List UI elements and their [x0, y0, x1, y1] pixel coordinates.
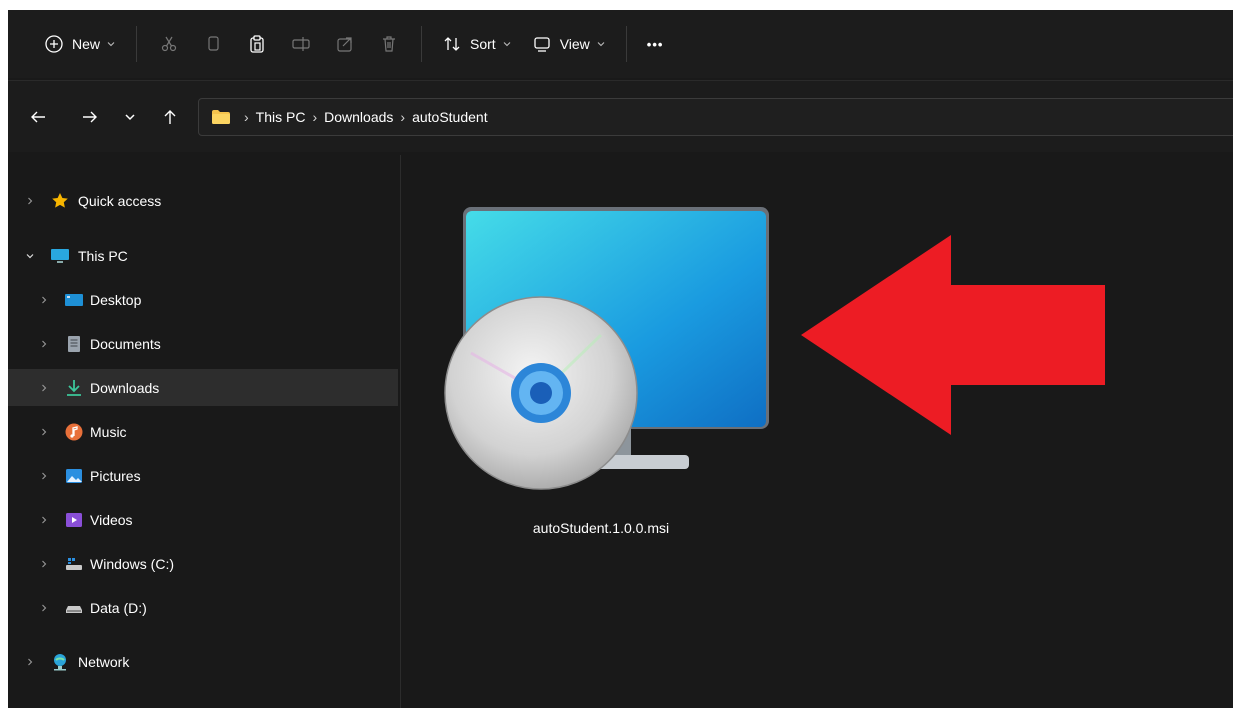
- see-more-button[interactable]: •••: [637, 26, 674, 62]
- arrow-right-icon: [83, 111, 97, 123]
- expand-chevron-icon[interactable]: [38, 558, 50, 570]
- pictures-icon: [66, 468, 82, 483]
- sidebar-item-documents[interactable]: Documents: [8, 325, 398, 362]
- sidebar-item-videos[interactable]: Videos: [8, 501, 398, 538]
- sidebar-item-desktop[interactable]: Desktop: [8, 281, 398, 318]
- sort-arrows-icon: [444, 37, 460, 51]
- paste-button[interactable]: [235, 26, 279, 62]
- navigation-bar: › This PC › Downloads › autoStudent: [8, 80, 1233, 152]
- file-name-label: autoStudent.1.0.0.msi: [532, 520, 670, 536]
- rename-button[interactable]: [279, 26, 323, 62]
- expand-chevron-icon[interactable]: [38, 470, 50, 482]
- breadcrumb-chevron-icon: ›: [244, 109, 249, 125]
- scissors-icon: [161, 36, 177, 52]
- recent-locations-button[interactable]: [118, 105, 142, 129]
- new-button-label: New: [72, 36, 101, 52]
- trash-icon: [383, 36, 396, 52]
- expand-chevron-icon[interactable]: [24, 195, 36, 207]
- view-button-label: View: [559, 36, 590, 52]
- arrow-up-icon: [164, 110, 176, 124]
- sidebar-item-network[interactable]: Network: [8, 643, 398, 680]
- cut-button[interactable]: [147, 26, 191, 62]
- chevron-down-icon: [503, 42, 511, 47]
- sidebar-item-label: Desktop: [90, 291, 142, 308]
- toolbar-divider: [625, 26, 627, 62]
- desktop-icon: [65, 293, 83, 306]
- sort-button[interactable]: Sort: [432, 26, 522, 62]
- pc-icon: [51, 248, 69, 263]
- breadcrumb-this-pc[interactable]: This PC: [256, 109, 306, 125]
- share-icon: [337, 37, 352, 52]
- sidebar-item-label: Windows (C:): [90, 555, 175, 572]
- expand-chevron-icon[interactable]: [38, 382, 50, 394]
- drive-c-icon: [66, 557, 82, 570]
- forward-button[interactable]: [78, 105, 102, 129]
- sidebar-item-music[interactable]: Music: [8, 413, 398, 450]
- folder-icon: [212, 110, 230, 124]
- collapse-chevron-icon[interactable]: [24, 250, 36, 262]
- breadcrumb-chevron-icon: ›: [312, 109, 318, 125]
- sidebar-item-data-d[interactable]: Data (D:): [8, 589, 398, 626]
- view-button[interactable]: View: [522, 26, 616, 62]
- delete-button[interactable]: [367, 26, 411, 62]
- expand-chevron-icon[interactable]: [38, 338, 50, 350]
- sidebar-item-label: Videos: [90, 511, 133, 528]
- copy-button[interactable]: [191, 26, 235, 62]
- arrow-left-icon: [31, 111, 45, 123]
- plus-circle-icon: [45, 35, 63, 53]
- expand-chevron-icon[interactable]: [38, 426, 50, 438]
- sidebar-item-label: This PC: [78, 247, 128, 264]
- sidebar-item-pictures[interactable]: Pictures: [8, 457, 398, 494]
- downloads-icon: [67, 379, 81, 396]
- sidebar-item-label: Data (D:): [90, 599, 147, 616]
- network-icon: [54, 653, 66, 670]
- star-icon: [52, 192, 68, 208]
- chevron-down-icon: [597, 42, 605, 47]
- back-button[interactable]: [26, 105, 50, 129]
- file-list-pane: autoStudent.1.0.0.msi: [401, 155, 1233, 708]
- file-item[interactable]: [431, 205, 781, 555]
- navigation-pane: Quick access This PC Desktop Documents D…: [8, 155, 400, 708]
- sort-button-label: Sort: [470, 36, 496, 52]
- music-icon: [65, 423, 83, 440]
- new-button[interactable]: New: [34, 26, 126, 62]
- videos-icon: [66, 512, 82, 527]
- expand-chevron-icon[interactable]: [38, 294, 50, 306]
- sidebar-item-label: Downloads: [90, 379, 160, 396]
- file-explorer-window: New Sort View ••• › This PC › Downloads …: [8, 10, 1233, 708]
- sidebar-item-label: Pictures: [90, 467, 141, 484]
- more-options-label: •••: [646, 36, 664, 52]
- sidebar-item-label: Documents: [90, 335, 161, 352]
- sidebar-item-label: Network: [78, 653, 130, 670]
- expand-chevron-icon[interactable]: [38, 514, 50, 526]
- expand-chevron-icon[interactable]: [24, 656, 36, 668]
- address-bar[interactable]: › This PC › Downloads › autoStudent: [198, 98, 1233, 136]
- breadcrumb-downloads[interactable]: Downloads: [324, 109, 393, 125]
- command-bar: New Sort View •••: [8, 10, 1233, 78]
- clipboard-icon: [250, 35, 264, 53]
- sidebar-item-windows-c[interactable]: Windows (C:): [8, 545, 398, 582]
- breadcrumb-chevron-icon: ›: [400, 109, 406, 125]
- expand-chevron-icon[interactable]: [38, 602, 50, 614]
- sidebar-item-quick-access[interactable]: Quick access: [8, 182, 398, 219]
- drive-d-icon: [66, 605, 82, 613]
- red-arrow-annotation-icon: [801, 235, 1105, 435]
- rename-icon: [292, 37, 310, 51]
- sidebar-item-this-pc[interactable]: This PC: [8, 237, 398, 274]
- toolbar-divider: [421, 26, 423, 62]
- toolbar-divider: [136, 26, 138, 62]
- view-monitor-icon: [534, 37, 550, 52]
- copy-icon: [208, 36, 219, 51]
- share-button[interactable]: [323, 26, 367, 62]
- msi-installer-icon: [444, 207, 769, 490]
- chevron-down-icon: [107, 42, 115, 47]
- breadcrumb-autostudent[interactable]: autoStudent: [412, 109, 488, 125]
- sidebar-item-label: Quick access: [78, 192, 162, 209]
- documents-icon: [68, 335, 80, 352]
- sidebar-item-downloads[interactable]: Downloads: [8, 369, 398, 406]
- chevron-down-icon: [125, 114, 135, 121]
- up-button[interactable]: [158, 105, 182, 129]
- sidebar-item-label: Music: [90, 423, 127, 440]
